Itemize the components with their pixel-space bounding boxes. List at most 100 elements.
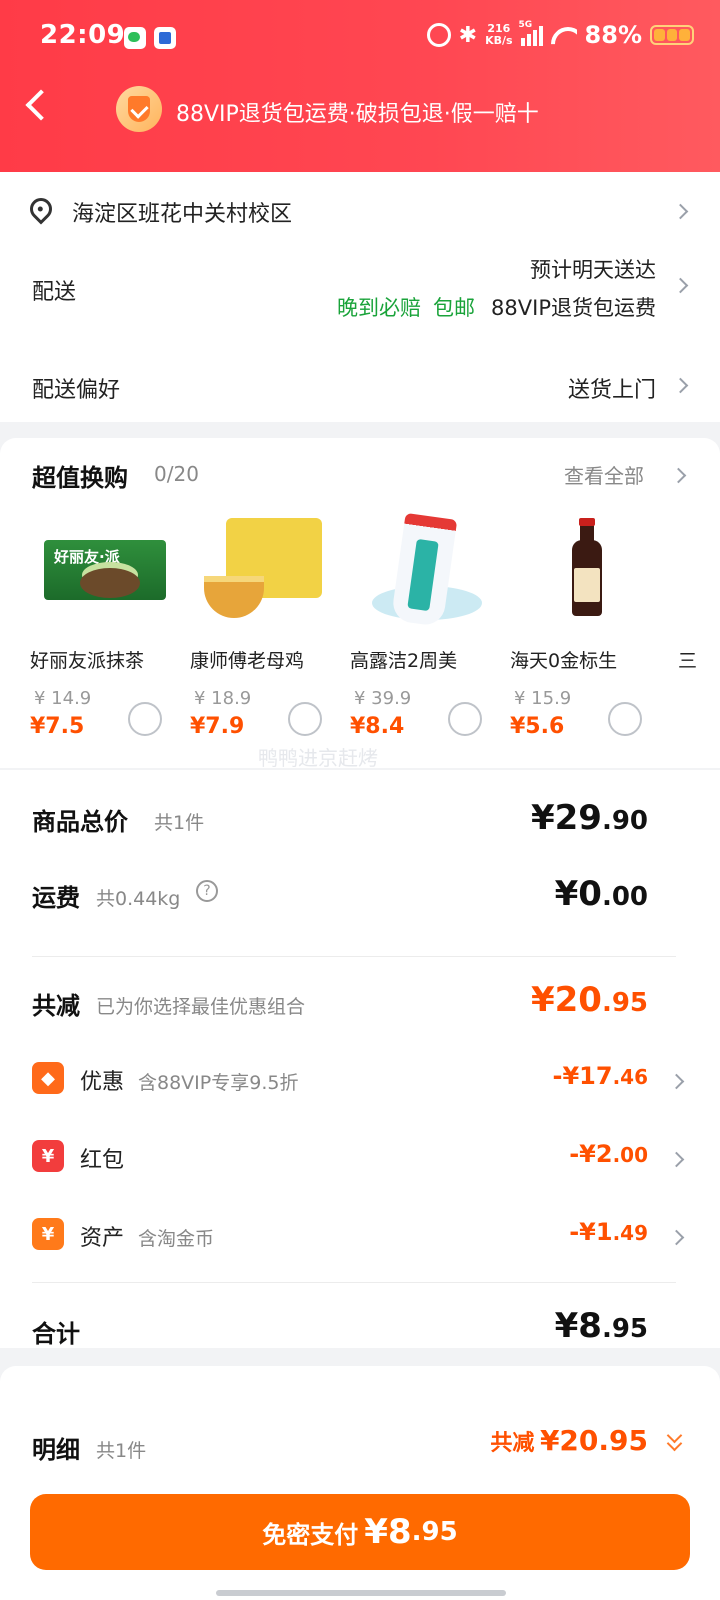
product-name: 高露洁2周美 — [350, 650, 458, 672]
assets-amount[interactable]: -¥1.49 — [569, 1218, 648, 1246]
pay-label: 免密支付 — [262, 1520, 359, 1549]
wechat-icon — [124, 27, 146, 49]
saved-int: ¥20 — [530, 980, 602, 1020]
pay-dec: .95 — [411, 1517, 458, 1547]
deal-price: ¥8.4 — [350, 714, 405, 739]
vip-shield-icon — [116, 86, 162, 132]
status-icons: ✱ 216 KB/s 5G 88% — [426, 20, 694, 50]
discount-label[interactable]: 优惠 — [80, 1064, 124, 1096]
freight-amount: ¥0.00 — [555, 874, 648, 914]
expand-double-chevron-icon[interactable] — [666, 1427, 683, 1454]
watermark: 鸭鸭进京赶烤 — [258, 746, 378, 770]
assets-sub: 含淘金币 — [138, 1228, 215, 1250]
shipping-label: 配送 — [32, 280, 77, 305]
free-shipping-tag: 包邮 — [433, 296, 476, 320]
red-envelope-icon: ¥ — [32, 1140, 64, 1172]
divider — [32, 1282, 676, 1283]
battery-icon — [650, 25, 694, 45]
divider — [32, 956, 676, 957]
vip-return-tag: 88VIP退货包运费 — [491, 296, 656, 320]
detail-count: 共1件 — [96, 1440, 147, 1462]
price-summary-card — [0, 770, 720, 1348]
best-combo-note: 已为你选择最佳优惠组合 — [96, 996, 306, 1018]
deal-price: ¥5.6 — [510, 714, 565, 739]
partial-product-name[interactable]: 三 — [678, 646, 698, 673]
original-price: ¥ 39.9 — [354, 688, 412, 709]
product-image-toothpaste — [350, 512, 500, 628]
yuan-icon: ¥ — [32, 1218, 64, 1250]
detail-label[interactable]: 明细 — [32, 1430, 80, 1465]
delivery-address[interactable]: 海淀区班花中关村校区 — [72, 196, 292, 228]
network-type: 5G — [518, 20, 533, 30]
help-question-icon[interactable]: ? — [196, 880, 218, 902]
pay-int: ¥8 — [364, 1512, 412, 1552]
discount-sub: 含88VIP专享9.5折 — [138, 1072, 299, 1094]
status-time: 22:09 — [40, 20, 126, 50]
original-price: ¥ 14.9 — [34, 688, 92, 709]
password-free-pay-button[interactable]: 免密支付 ¥8.95 — [30, 1494, 690, 1570]
red-packet-amount[interactable]: -¥2.00 — [569, 1140, 648, 1168]
bluetooth-icon: ✱ — [458, 22, 478, 48]
product-name: 好丽友派抹茶 — [30, 650, 145, 672]
discount-dec: .46 — [612, 1065, 648, 1089]
grand-int: ¥8 — [554, 1306, 602, 1346]
deals-count: 0/20 — [154, 462, 199, 486]
assets-label[interactable]: 资产 — [80, 1220, 124, 1252]
detail-saved-label: 共减 — [490, 1431, 535, 1456]
saved-dec: .95 — [601, 988, 648, 1018]
goods-total-amount: ¥29.90 — [531, 798, 648, 838]
freight-int: ¥0 — [554, 874, 602, 914]
red-packet-label[interactable]: 红包 — [80, 1142, 124, 1174]
deal-price: ¥7.9 — [190, 714, 245, 739]
total-saved-amount: ¥20.95 — [531, 980, 648, 1020]
original-price: ¥ 15.9 — [514, 688, 572, 709]
grand-total-amount: ¥8.95 — [555, 1306, 648, 1346]
goods-total-int: ¥29 — [530, 798, 602, 838]
goods-count: 共1件 — [154, 812, 205, 834]
select-radio[interactable] — [128, 702, 162, 736]
vip-guarantee-banner[interactable]: 88VIP退货包运费·破损包退·假一赔十 — [176, 96, 539, 128]
deals-title: 超值换购 — [32, 464, 128, 492]
grand-total-label: 合计 — [32, 1320, 80, 1348]
status-bar: 22:09 ✱ 216 KB/s 5G 88% — [0, 0, 720, 76]
deal-price: ¥7.5 — [30, 714, 85, 739]
shipping-eta[interactable]: 预计明天送达 — [530, 254, 656, 284]
delivery-preference-value[interactable]: 送货上门 — [568, 372, 656, 404]
network-speed-unit: KB/s — [485, 34, 513, 47]
goods-total-label: 商品总价 — [32, 808, 128, 836]
view-all-deals-link[interactable]: 查看全部 — [564, 460, 644, 489]
original-price: ¥ 18.9 — [194, 688, 252, 709]
alarm-icon — [426, 23, 451, 47]
product-name: 康师傅老母鸡 — [190, 650, 305, 672]
assets-int: -¥1 — [569, 1218, 613, 1246]
assets-dec: .49 — [612, 1221, 648, 1245]
app-notification-icon — [154, 27, 176, 49]
wifi-icon — [551, 25, 577, 45]
discount-amount[interactable]: -¥17.46 — [553, 1062, 649, 1090]
delivery-preference-label: 配送偏好 — [32, 378, 121, 403]
tag-icon: ◆ — [32, 1062, 64, 1094]
freight-label: 运费 — [32, 884, 80, 912]
product-name: 海天0金标生 — [510, 650, 618, 672]
select-radio[interactable] — [448, 702, 482, 736]
header: 22:09 ✱ 216 KB/s 5G 88% 88VIP退货包运费·破损包退·… — [0, 0, 720, 172]
battery-percent: 88% — [584, 21, 642, 49]
grand-dec: .95 — [601, 1314, 648, 1344]
product-image-noodles — [190, 516, 340, 628]
select-radio[interactable] — [608, 702, 642, 736]
freight-weight: 共0.44kg — [96, 888, 181, 910]
freight-dec: .00 — [601, 882, 648, 912]
select-radio[interactable] — [288, 702, 322, 736]
shipping-tags[interactable]: 晚到必赔 包邮 88VIP退货包运费 — [337, 292, 656, 322]
discount-int: -¥17 — [552, 1062, 613, 1090]
back-arrow-icon[interactable] — [25, 89, 57, 121]
detail-saved-amount: ¥20.95 — [539, 1424, 648, 1457]
red-packet-int: -¥2 — [569, 1140, 613, 1168]
product-image-orion-pie: 好丽友·派 — [30, 516, 180, 628]
product-image-soy-sauce — [510, 516, 660, 628]
network-speed: 216 KB/s — [485, 23, 512, 47]
total-saved-label: 共减 — [32, 992, 80, 1020]
goods-total-dec: .90 — [601, 806, 648, 836]
detail-saved[interactable]: 共减 ¥20.95 — [490, 1424, 648, 1457]
home-indicator[interactable] — [216, 1590, 506, 1596]
